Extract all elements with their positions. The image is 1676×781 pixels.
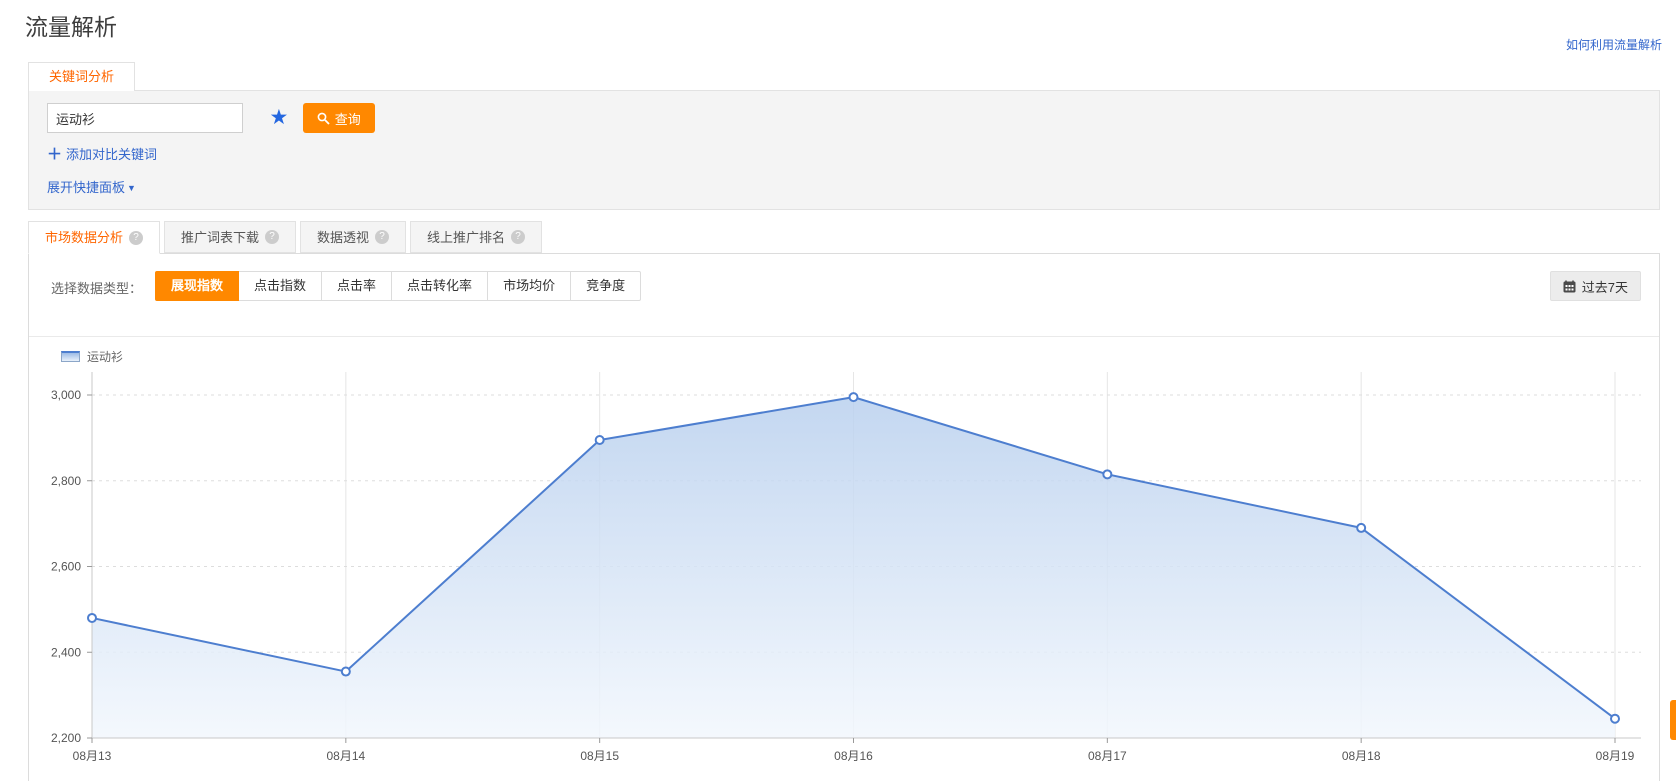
market-data-panel: 选择数据类型： 展现指数 点击指数 点击率 点击转化率 市场均价 竞争度 过去 [28,253,1660,781]
expand-quick-panel-label: 展开快捷面板 [47,180,125,195]
analysis-tab-bar: 市场数据分析 推广词表下载 数据透视 线上推广排名 [28,221,546,253]
keyword-input[interactable] [47,103,243,133]
favorite-star-icon[interactable]: ★ [269,103,288,133]
tab-data-perspective[interactable]: 数据透视 [300,221,406,253]
tab-label: 线上推广排名 [427,222,505,253]
type-button-competition[interactable]: 竞争度 [571,271,641,301]
type-button-click-rate[interactable]: 点击率 [322,271,392,301]
type-button-market-avg-price[interactable]: 市场均价 [488,271,571,301]
line-chart[interactable]: 2,200 2,400 2,600 2,800 3,000 08月13 08月14 08月15… [37,358,1657,770]
svg-text:08月13: 08月13 [73,749,112,763]
search-icon [317,112,330,125]
svg-text:08月17: 08月17 [1088,749,1127,763]
plus-icon: ＋ [47,146,62,163]
tab-online-promo-ranking[interactable]: 线上推广排名 [410,221,542,253]
svg-text:08月16: 08月16 [834,749,873,763]
type-button-impression-index[interactable]: 展现指数 [155,271,239,301]
tab-label: 推广词表下载 [181,222,259,253]
svg-text:08月14: 08月14 [326,749,365,763]
help-icon[interactable] [511,230,525,244]
help-icon[interactable] [129,231,143,245]
tab-keyword-analysis[interactable]: 关键词分析 [28,62,135,91]
help-icon[interactable] [375,230,389,244]
add-compare-label: 添加对比关键词 [66,147,157,162]
svg-text:2,200: 2,200 [51,731,81,745]
add-compare-keyword-link[interactable]: ＋ 添加对比关键词 [47,143,157,164]
calendar-icon [1563,280,1576,293]
tab-label: 数据透视 [317,222,369,253]
svg-text:2,800: 2,800 [51,474,81,488]
data-type-selector: 展现指数 点击指数 点击率 点击转化率 市场均价 竞争度 [155,271,641,301]
type-button-click-index[interactable]: 点击指数 [239,271,322,301]
chart-area: 2,200 2,400 2,600 2,800 3,000 08月13 08月14 08月15… [37,358,1657,775]
date-range-label: 过去7天 [1582,277,1628,296]
keyword-panel: ★ 查询 ＋ 添加对比关键词 展开快捷面板▼ [28,90,1660,210]
svg-text:2,400: 2,400 [51,645,81,659]
caret-down-icon: ▼ [127,183,136,193]
svg-text:2,600: 2,600 [51,560,81,574]
chart-toolbar: 选择数据类型： 展现指数 点击指数 点击率 点击转化率 市场均价 竞争度 过去 [29,271,1659,301]
svg-text:08月18: 08月18 [1342,749,1381,763]
help-icon[interactable] [265,230,279,244]
tab-keyword-analysis-label: 关键词分析 [49,69,114,84]
svg-text:3,000: 3,000 [51,388,81,402]
search-button-label: 查询 [335,109,361,128]
tab-promo-wordlist-download[interactable]: 推广词表下载 [164,221,296,253]
svg-text:08月19: 08月19 [1596,749,1635,763]
tab-market-data-analysis[interactable]: 市场数据分析 [28,221,160,254]
svg-text:08月15: 08月15 [580,749,619,763]
divider [29,336,1659,337]
traffic-analysis-page: 流量解析 如何利用流量解析 关键词分析 ★ 查询 ＋ 添加对比关键词 展开快捷面板… [0,0,1676,781]
feedback-side-tab[interactable] [1670,700,1676,740]
page-title: 流量解析 [25,8,117,42]
help-link[interactable]: 如何利用流量解析 [1566,36,1662,53]
date-range-button[interactable]: 过去7天 [1550,271,1641,301]
expand-quick-panel-link[interactable]: 展开快捷面板▼ [47,177,136,196]
tab-label: 市场数据分析 [45,222,123,253]
search-button[interactable]: 查询 [303,103,375,133]
type-button-click-conversion-rate[interactable]: 点击转化率 [392,271,488,301]
data-type-label: 选择数据类型： [51,278,142,297]
